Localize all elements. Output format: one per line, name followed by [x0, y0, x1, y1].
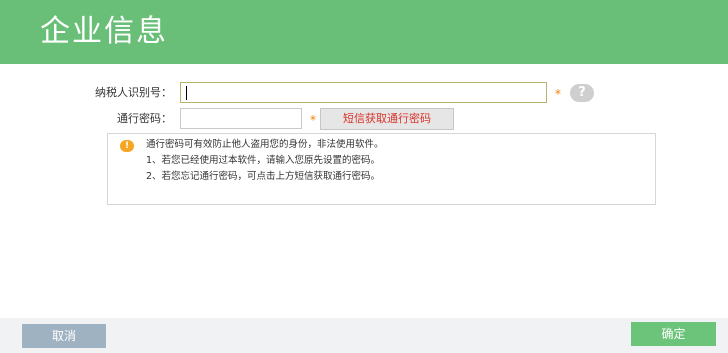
- warning-icon: !: [120, 140, 134, 152]
- notice-box: ! 通行密码可有效防止他人盗用您的身份，非法使用软件。 1、若您已经使用过本软件…: [107, 133, 656, 205]
- sms-get-password-button[interactable]: 短信获取通行密码: [320, 108, 454, 130]
- text-caret: [186, 86, 187, 100]
- notice-line: 1、若您已经使用过本软件，请输入您原先设置的密码。: [146, 155, 381, 166]
- tax-id-input[interactable]: [180, 82, 547, 103]
- confirm-button[interactable]: 确定: [631, 322, 716, 346]
- cancel-button[interactable]: 取消: [22, 324, 106, 348]
- header-bar: 企业信息: [0, 0, 728, 64]
- required-mark: *: [310, 113, 316, 127]
- tax-id-label: 纳税人识别号：: [95, 86, 172, 99]
- password-input[interactable]: [180, 108, 302, 129]
- notice-line: 通行密码可有效防止他人盗用您的身份，非法使用软件。: [146, 139, 384, 150]
- question-mark-icon[interactable]: ?: [570, 84, 594, 102]
- password-label: 通行密码：: [117, 112, 172, 125]
- notice-line: 2、若您忘记通行密码，可点击上方短信获取通行密码。: [146, 171, 381, 182]
- footer-bar: 取消 确定: [0, 318, 728, 353]
- required-mark: *: [555, 87, 561, 101]
- page-title: 企业信息: [40, 14, 168, 49]
